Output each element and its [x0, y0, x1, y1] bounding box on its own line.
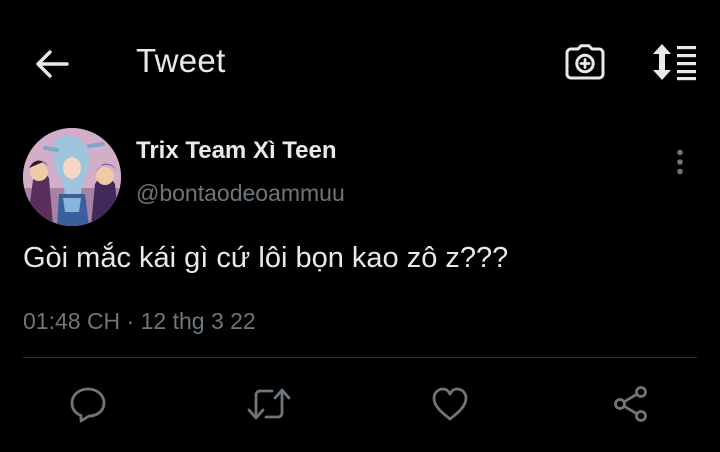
sort-list-icon: [653, 44, 696, 81]
heart-icon: [432, 387, 468, 421]
avatar[interactable]: [23, 128, 121, 226]
tweet-action-bar: [0, 380, 720, 428]
divider: [23, 357, 697, 358]
share-icon: [614, 386, 647, 422]
retweet-button[interactable]: [245, 380, 293, 428]
arrow-left-icon: [36, 50, 69, 78]
like-button[interactable]: [426, 380, 474, 428]
reply-icon: [70, 387, 106, 423]
more-options-button[interactable]: [664, 144, 696, 180]
retweet-icon: [247, 388, 291, 420]
author-handle[interactable]: @bontaodeoammuu: [136, 180, 345, 207]
camera-plus-icon: [565, 44, 605, 80]
reply-button[interactable]: [64, 380, 112, 428]
share-button[interactable]: [607, 380, 655, 428]
back-button[interactable]: [32, 44, 72, 84]
author-display-name[interactable]: Trix Team Xì Teen: [136, 137, 337, 165]
tweet-text: Gòi mắc kái gì cứ lôi bọn kao zô z???: [23, 242, 509, 274]
page-title: Tweet: [136, 42, 226, 79]
more-vertical-icon: [677, 149, 683, 175]
avatar-image: [23, 128, 121, 226]
top-app-bar: Tweet: [0, 0, 720, 126]
tweet-timestamp: 01:48 CH · 12 thg 3 22: [23, 308, 256, 334]
sort-button[interactable]: [648, 40, 700, 84]
camera-button[interactable]: [563, 42, 607, 82]
